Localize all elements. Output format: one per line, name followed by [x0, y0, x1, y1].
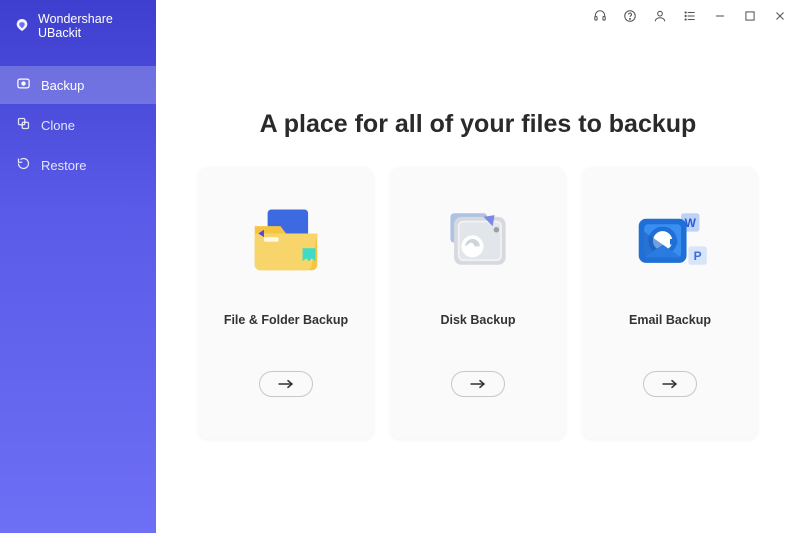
- app-logo-icon: [14, 17, 30, 36]
- card-go-button[interactable]: [643, 371, 697, 397]
- minimize-icon[interactable]: [712, 8, 728, 24]
- sidebar-item-backup[interactable]: Backup: [0, 66, 156, 104]
- card-go-button[interactable]: [259, 371, 313, 397]
- main-area: A place for all of your files to backup …: [156, 0, 800, 533]
- page-headline: A place for all of your files to backup: [260, 110, 697, 139]
- email-illustration: W P: [624, 193, 716, 285]
- sidebar-item-label: Backup: [41, 78, 84, 93]
- sidebar-item-label: Restore: [41, 158, 87, 173]
- help-icon[interactable]: [622, 8, 638, 24]
- svg-text:P: P: [694, 249, 702, 263]
- close-icon[interactable]: [772, 8, 788, 24]
- backup-cards: File & Folder Backup Disk Backup: [198, 167, 758, 439]
- sidebar-nav: Backup Clone Restore: [0, 66, 156, 184]
- clone-icon: [16, 116, 31, 134]
- backup-icon: [16, 76, 31, 94]
- folder-illustration: [240, 193, 332, 285]
- card-disk-backup[interactable]: Disk Backup: [390, 167, 566, 439]
- sidebar-item-label: Clone: [41, 118, 75, 133]
- maximize-icon[interactable]: [742, 8, 758, 24]
- restore-icon: [16, 156, 31, 174]
- card-label: File & Folder Backup: [224, 313, 348, 327]
- card-file-folder-backup[interactable]: File & Folder Backup: [198, 167, 374, 439]
- sidebar-item-clone[interactable]: Clone: [0, 106, 156, 144]
- card-go-button[interactable]: [451, 371, 505, 397]
- sidebar-item-restore[interactable]: Restore: [0, 146, 156, 184]
- app-brand: Wondershare UBackit: [0, 0, 156, 58]
- headset-icon[interactable]: [592, 8, 608, 24]
- card-email-backup[interactable]: W P Email Backup: [582, 167, 758, 439]
- card-label: Email Backup: [629, 313, 711, 327]
- app-name: Wondershare UBackit: [38, 12, 142, 40]
- sidebar: Wondershare UBackit Backup Clone Restore: [0, 0, 156, 533]
- titlebar: [580, 0, 800, 32]
- card-label: Disk Backup: [440, 313, 515, 327]
- user-icon[interactable]: [652, 8, 668, 24]
- disk-illustration: [432, 193, 524, 285]
- list-icon[interactable]: [682, 8, 698, 24]
